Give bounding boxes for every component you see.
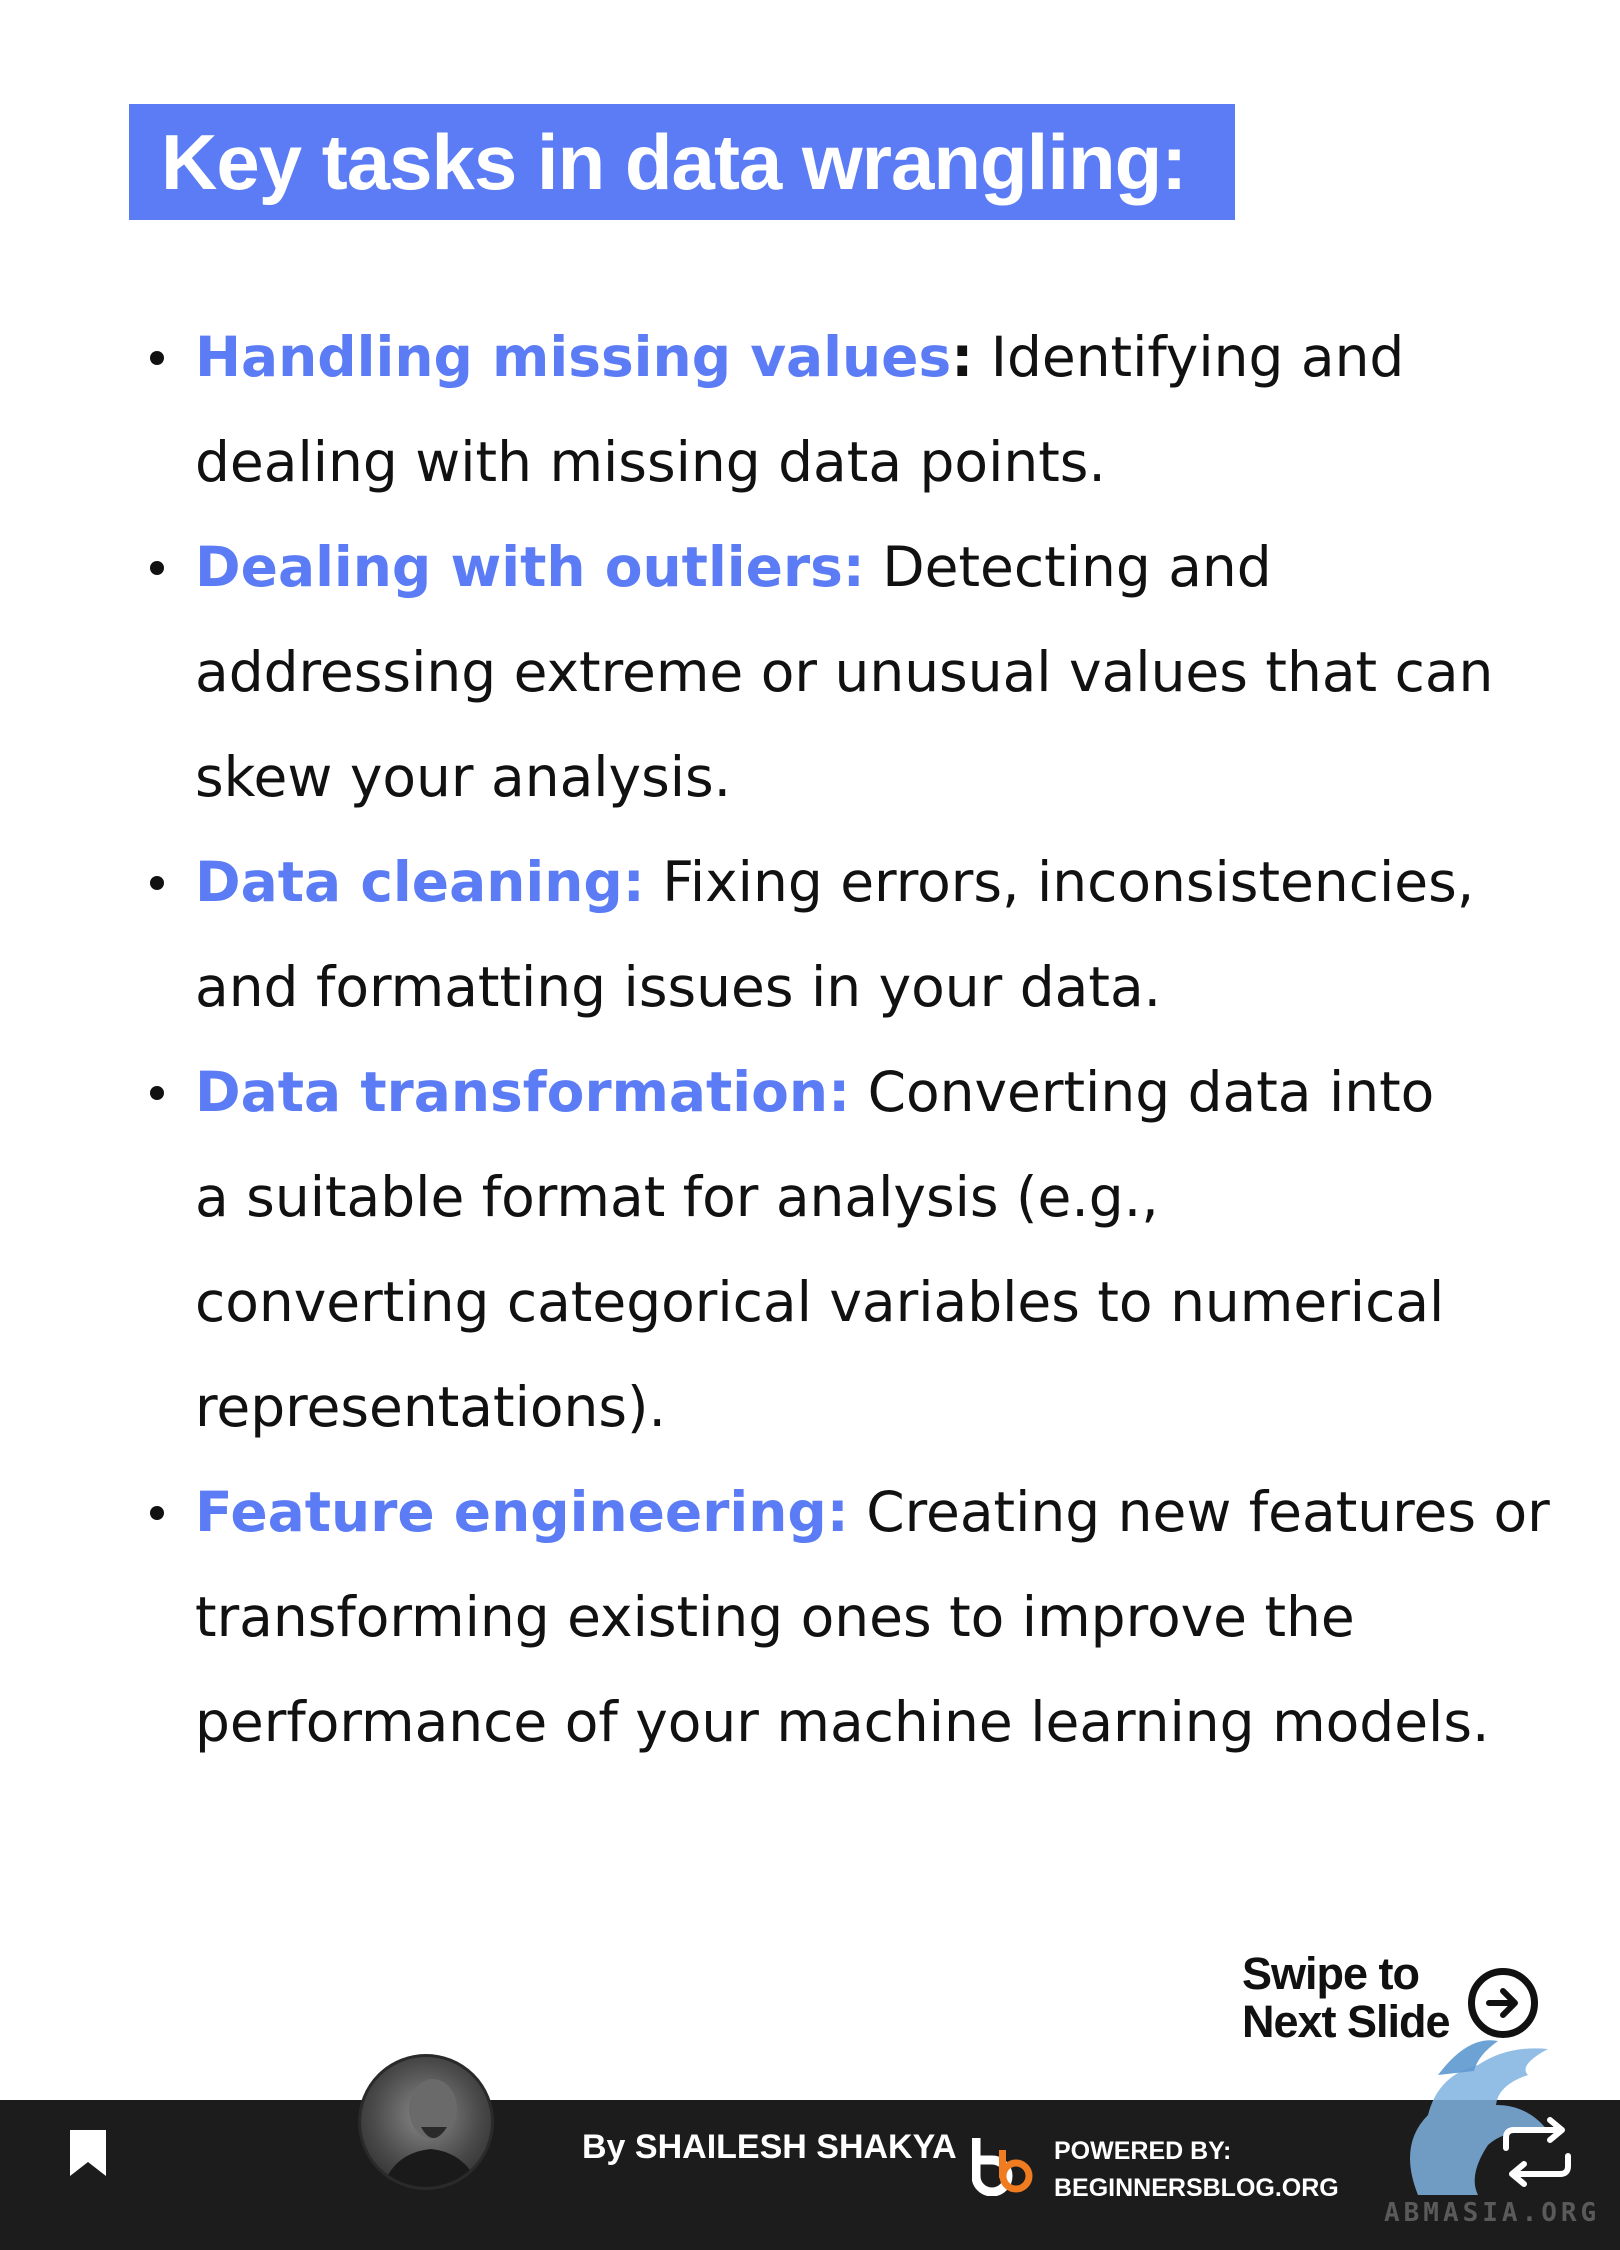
bullet-dot: [150, 351, 164, 365]
list-item: Dealing with outliers: Detecting and add…: [150, 515, 1525, 830]
bullet-dot: [150, 876, 164, 890]
bullet-term: Dealing with outliers:: [195, 535, 865, 599]
bullet-dot: [150, 561, 164, 575]
list-item: Data transformation: Converting data int…: [150, 1040, 1465, 1460]
author-byline: By SHAILESH SHAKYA: [582, 2128, 957, 2166]
swipe-line-1: Swipe to: [1242, 1948, 1420, 1999]
arrow-right-circle-icon[interactable]: [1468, 1968, 1538, 2038]
bullet-term: Handling missing values: [195, 325, 952, 389]
bullet-dot: [150, 1086, 164, 1100]
bullet-list: Handling missing values: Identifying and…: [150, 305, 1550, 1775]
list-item: Handling missing values: Identifying and…: [150, 305, 1580, 515]
swipe-hint: Swipe to Next Slide: [1242, 1950, 1462, 2046]
bullet-term: Data cleaning:: [195, 850, 645, 914]
powered-by: POWERED BY: BEGINNERSBLOG.ORG: [1054, 2133, 1339, 2207]
watermark-text: ABMASIA.ORG: [1384, 2198, 1601, 2228]
bookmark-icon[interactable]: [68, 2128, 108, 2178]
bb-logo-icon: [972, 2138, 1033, 2196]
list-item: Data cleaning: Fixing errors, inconsiste…: [150, 830, 1585, 1040]
repeat-icon[interactable]: [1498, 2112, 1576, 2192]
footer-bar: [0, 2100, 1620, 2250]
bullet-term: Feature engineering:: [195, 1480, 849, 1544]
slide-title: Key tasks in data wrangling:: [129, 104, 1235, 220]
bullet-term: Data transformation:: [195, 1060, 851, 1124]
bullet-dot: [150, 1506, 164, 1520]
bullet-colon: :: [951, 325, 974, 389]
list-item: Feature engineering: Creating new featur…: [150, 1460, 1580, 1775]
powered-site[interactable]: BEGINNERSBLOG.ORG: [1054, 2170, 1339, 2207]
powered-label: POWERED BY:: [1054, 2137, 1232, 2165]
avatar: [358, 2054, 494, 2190]
